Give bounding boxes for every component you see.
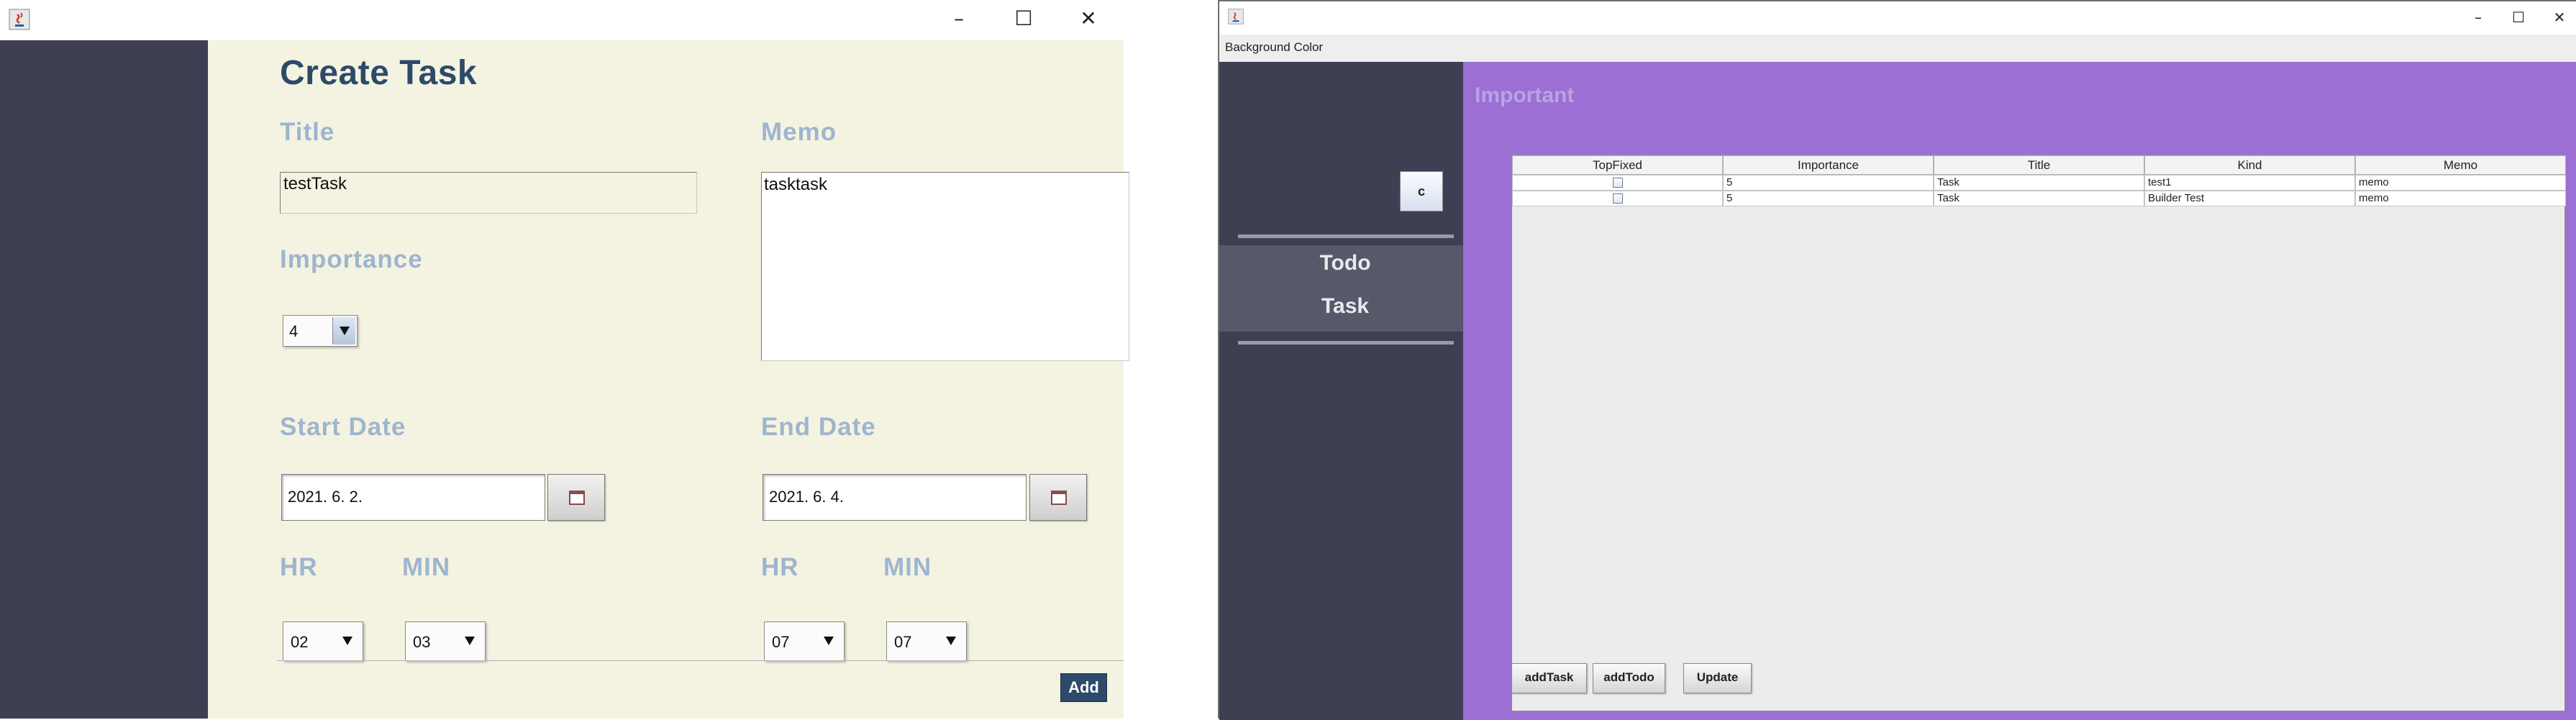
title-field[interactable]: testTask: [280, 172, 697, 214]
memo-textarea-value: tasktask: [764, 175, 828, 194]
topfixed-checkbox[interactable]: [1613, 178, 1623, 188]
importance-select[interactable]: 4: [283, 315, 358, 347]
start-min-label: MIN: [402, 553, 451, 581]
column-header-importance[interactable]: Importance: [1723, 155, 1934, 175]
topfixed-cell: [1512, 191, 1723, 206]
divider: [277, 660, 1124, 661]
title-label: Title: [280, 118, 335, 146]
end-date-field[interactable]: 2021. 6. 4.: [763, 474, 1027, 521]
chevron-down-icon: [946, 637, 956, 645]
column-header-memo[interactable]: Memo: [2355, 155, 2566, 175]
end-date-value: 2021. 6. 4.: [769, 488, 844, 506]
add-task-button[interactable]: addTask: [1511, 663, 1587, 693]
column-header-title[interactable]: Title: [1934, 155, 2144, 175]
create-task-panel: Create Task Title testTask Memo tasktask…: [208, 40, 1129, 719]
sidebar: [0, 40, 208, 719]
end-date-calendar-button[interactable]: [1029, 474, 1087, 521]
java-app-icon: [9, 9, 30, 30]
close-button[interactable]: ✕: [1074, 4, 1103, 33]
kind-cell: test1: [2144, 175, 2355, 191]
java-app-icon: [1228, 9, 1244, 24]
nav-group: Todo Task: [1219, 245, 1463, 332]
divider: [1238, 341, 1454, 345]
create-task-window: – ☐ ✕ Create Task Title testTask Memo ta…: [0, 0, 1129, 719]
end-date-label: End Date: [761, 413, 876, 441]
importance-cell: 5: [1723, 175, 1934, 191]
nav-item-todo[interactable]: Todo: [1219, 251, 1471, 275]
memo-label: Memo: [761, 118, 837, 146]
chevron-down-icon: [340, 327, 350, 335]
maximize-button[interactable]: ☐: [2508, 4, 2529, 30]
memo-cell: memo: [2355, 175, 2566, 191]
title-cell: Task: [1934, 175, 2144, 191]
column-header-topfixed[interactable]: TopFixed: [1512, 155, 1723, 175]
importance-select-value: 4: [289, 322, 299, 340]
start-hr-dropdown-button[interactable]: [335, 624, 360, 657]
calendar-icon: [1051, 491, 1067, 505]
memo-textarea[interactable]: tasktask: [761, 172, 1129, 361]
topfixed-cell: [1512, 175, 1723, 191]
minimize-button[interactable]: –: [2467, 4, 2489, 30]
start-min-dropdown-button[interactable]: [458, 624, 482, 657]
update-button[interactable]: Update: [1683, 663, 1752, 693]
chevron-down-icon: [465, 637, 475, 645]
table-row[interactable]: 5 Task Builder Test memo: [1512, 191, 2566, 206]
chevron-down-icon: [342, 637, 352, 645]
section-title: Important: [1475, 83, 1575, 107]
start-date-label: Start Date: [280, 413, 406, 441]
divider: [1238, 234, 1454, 238]
end-min-label: MIN: [883, 553, 932, 581]
title-bar: – ☐ ✕: [1219, 1, 2576, 35]
title-bar: – ☐ ✕: [0, 0, 1124, 40]
importance-cell: 5: [1723, 191, 1934, 206]
important-window: – ☐ ✕ Background Color c Todo Task Impor…: [1218, 0, 2576, 720]
close-button[interactable]: ✕: [2549, 4, 2570, 30]
start-hr-value: 02: [291, 633, 309, 651]
importance-label: Importance: [280, 245, 423, 273]
topfixed-checkbox[interactable]: [1613, 193, 1623, 204]
title-field-value: testTask: [283, 174, 347, 193]
end-min-value: 07: [894, 633, 912, 651]
calendar-icon: [569, 491, 585, 505]
importance-dropdown-button[interactable]: [332, 317, 355, 345]
important-panel: Important TopFixed Importance Title Kind…: [1463, 62, 2576, 720]
title-cell: Task: [1934, 191, 2144, 206]
end-min-dropdown-button[interactable]: [939, 624, 963, 657]
maximize-button[interactable]: ☐: [1009, 4, 1038, 33]
column-header-kind[interactable]: Kind: [2144, 155, 2355, 175]
end-hr-dropdown-button[interactable]: [816, 624, 841, 657]
menu-bar: Background Color: [1219, 35, 2576, 62]
end-min-select[interactable]: 07: [886, 621, 967, 661]
end-hr-select[interactable]: 07: [764, 621, 845, 661]
start-min-select[interactable]: 03: [405, 621, 486, 661]
sidebar: c Todo Task: [1219, 62, 1463, 720]
start-hr-label: HR: [280, 553, 318, 581]
start-date-field[interactable]: 2021. 6. 2.: [281, 474, 545, 521]
table-row[interactable]: 5 Task test1 memo: [1512, 175, 2566, 191]
start-hr-select[interactable]: 02: [283, 621, 363, 661]
kind-cell: Builder Test: [2144, 191, 2355, 206]
start-date-value: 2021. 6. 2.: [288, 488, 363, 506]
menu-background-color[interactable]: Background Color: [1225, 40, 1323, 55]
nav-item-task[interactable]: Task: [1219, 294, 1471, 319]
important-table[interactable]: TopFixed Importance Title Kind Memo 5 Ta…: [1511, 155, 2566, 711]
c-button[interactable]: c: [1400, 171, 1443, 211]
add-todo-button[interactable]: addTodo: [1593, 663, 1665, 693]
end-hr-value: 07: [772, 633, 790, 651]
start-date-calendar-button[interactable]: [547, 474, 605, 521]
end-hr-label: HR: [761, 553, 799, 581]
minimize-button[interactable]: –: [945, 4, 973, 33]
chevron-down-icon: [824, 637, 834, 645]
add-button[interactable]: Add: [1060, 673, 1107, 702]
page-title: Create Task: [280, 54, 478, 92]
start-min-value: 03: [413, 633, 431, 651]
memo-cell: memo: [2355, 191, 2566, 206]
